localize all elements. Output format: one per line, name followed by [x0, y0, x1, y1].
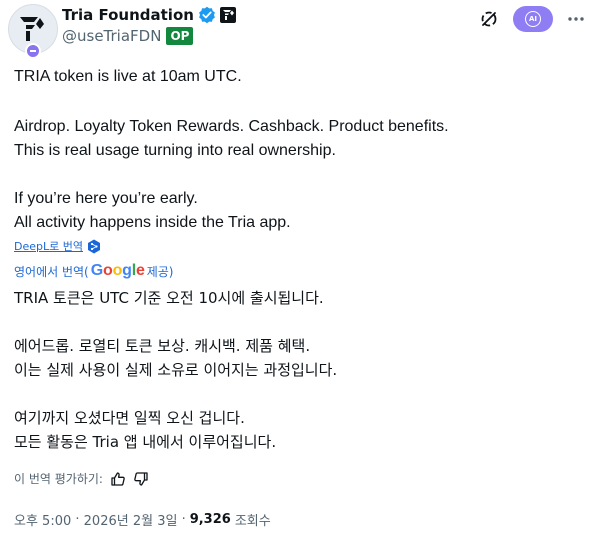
deepl-logo-icon: [87, 239, 100, 253]
more-icon[interactable]: [567, 10, 585, 28]
tweet-line: This is real usage turning into real own…: [14, 142, 336, 159]
translated-line: 모든 활동은 Tria 앱 내에서 이루어집니다.: [14, 433, 277, 451]
thumbs-up-icon[interactable]: [110, 471, 126, 487]
translated-line: 에어드롭. 로열티 토큰 보상. 캐시백. 제품 혜택.: [14, 337, 311, 355]
tweet-meta-row: 오후 5:00 · 2026년 2월 3일 · 9,326 조회수: [14, 510, 271, 529]
avatar-affiliate-badge: [25, 43, 41, 59]
tweet-line: All activity happens inside the Tria app…: [14, 214, 291, 231]
translated-line: TRIA 토큰은 UTC 기준 오전 10시에 출시됩니다.: [14, 289, 324, 307]
affiliate-logo-icon[interactable]: [219, 7, 236, 23]
author-name-row: Tria Foundation: [62, 5, 236, 25]
no-signal-icon[interactable]: [479, 9, 499, 29]
meta-separator: ·: [71, 512, 84, 527]
tweet-date[interactable]: 2026년 2월 3일: [84, 510, 178, 529]
views-label: 조회수: [234, 514, 271, 529]
grok-button[interactable]: AI: [513, 6, 553, 32]
author-handle-row: @useTriaFDN OP: [62, 26, 194, 46]
op-badge: OP: [166, 27, 194, 45]
author-display-name[interactable]: Tria Foundation: [62, 6, 194, 24]
tweet-line: If you’re here you’re early.: [14, 190, 198, 207]
tweet-top-actions: AI: [479, 6, 585, 32]
deepl-translate-row: DeepL로 번역: [14, 238, 101, 254]
tweet-line: Airdrop. Loyalty Token Rewards. Cashback…: [14, 118, 449, 135]
translated-line: 이는 실제 사용이 실제 소유로 이어지는 과정입니다.: [14, 361, 338, 379]
tweet-time[interactable]: 오후 5:00: [14, 510, 71, 529]
tria-logo-icon: [20, 17, 44, 41]
translated-provider-suffix: 제공): [146, 264, 174, 279]
verified-badge-icon: [199, 6, 215, 24]
rate-translation-row: 이 번역 평가하기:: [14, 470, 149, 487]
translated-line: 여기까지 오셨다면 일찍 오신 겁니다.: [14, 409, 245, 427]
google-translation-notice[interactable]: 영어에서 번역( Google 제공): [14, 262, 173, 280]
author-handle[interactable]: @useTriaFDN: [62, 27, 161, 45]
thumbs-down-icon[interactable]: [133, 471, 149, 487]
meta-separator: ·: [177, 512, 186, 527]
views-count: 9,326: [189, 512, 231, 527]
google-logo-text: Google: [90, 262, 145, 279]
grok-icon: AI: [525, 11, 541, 27]
rate-translation-label: 이 번역 평가하기:: [14, 472, 103, 486]
tweet-line: TRIA token is live at 10am UTC.: [14, 68, 242, 85]
translated-from-label: 영어에서 번역(: [14, 264, 89, 279]
deepl-translate-link[interactable]: DeepL로 번역: [14, 238, 83, 254]
